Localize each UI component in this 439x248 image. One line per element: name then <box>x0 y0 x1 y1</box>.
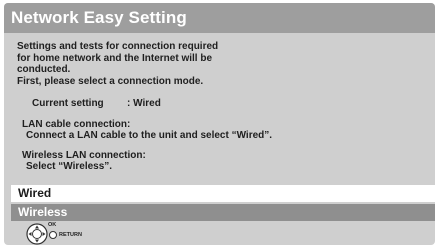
intro-text: Settings and tests for connection requir… <box>17 41 277 87</box>
intro-line: First, please select a connection mode. <box>17 75 204 87</box>
option-wireless[interactable]: Wireless <box>11 204 435 221</box>
title-bar: Network Easy Setting <box>4 3 435 33</box>
lan-description: Connect a LAN cable to the unit and sele… <box>26 130 273 141</box>
ok-label: OK <box>48 222 57 228</box>
return-label: RETURN <box>59 232 82 238</box>
remote-controls-hint: OK RETURN <box>26 222 106 245</box>
return-button-icon <box>49 231 57 239</box>
intro-line: conducted. <box>17 64 71 75</box>
intro-line: for home network and the Internet will b… <box>17 52 213 64</box>
lan-heading: LAN cable connection: <box>22 119 131 130</box>
current-setting-value: : Wired <box>127 98 161 109</box>
network-easy-setting-screen: Network Easy Setting Settings and tests … <box>4 3 435 245</box>
current-setting: Current setting : Wired <box>32 98 161 110</box>
page-title: Network Easy Setting <box>11 8 187 27</box>
wireless-heading: Wireless LAN connection: <box>22 150 146 161</box>
intro-line: Settings and tests for connection requir… <box>17 41 219 52</box>
wireless-description: Select “Wireless”. <box>26 161 113 172</box>
option-wired[interactable]: Wired <box>11 185 435 202</box>
current-setting-label: Current setting <box>32 98 104 109</box>
dpad-icon <box>26 223 48 245</box>
